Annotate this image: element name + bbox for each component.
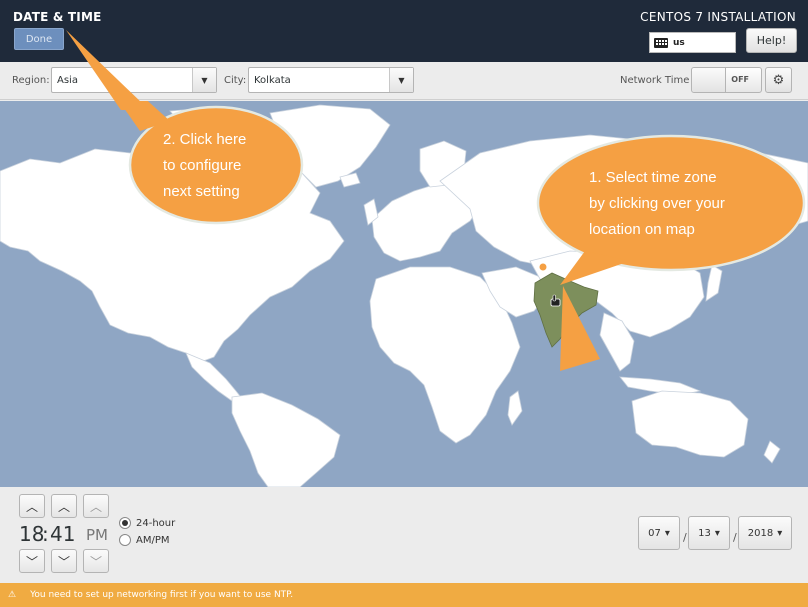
madagascar-land [507, 390, 523, 426]
day-value: 13 [698, 527, 711, 539]
chevron-up-icon: ︿ [89, 499, 102, 514]
japan-land [705, 264, 723, 302]
callout-pointer-overlay [66, 30, 150, 110]
date-separator: / [733, 531, 737, 544]
format-24-hour-radio[interactable]: 24-hour [119, 517, 175, 529]
callout-1-line: by clicking over your [589, 195, 725, 212]
month-value: 07 [648, 527, 661, 539]
australia-land [631, 390, 749, 458]
callout-1-text: 1. Select time zone by clicking over you… [589, 165, 725, 243]
minutes-value: 41 [50, 522, 76, 546]
city-marker-icon [538, 262, 548, 272]
warning-text: You need to set up networking first if y… [30, 590, 294, 600]
chevron-down-icon: ﹀ [89, 554, 102, 569]
format-24-hour-label: 24-hour [136, 517, 176, 529]
callout-2-line: 2. Click here [163, 131, 247, 148]
format-ampm-radio[interactable]: AM/PM [119, 534, 170, 546]
radio-unchecked-icon[interactable] [119, 534, 131, 546]
radio-checked-icon[interactable] [119, 517, 131, 529]
time-colon: : [42, 522, 49, 546]
warning-bar: ⚠ You need to set up networking first if… [0, 583, 808, 607]
format-ampm-label: AM/PM [136, 534, 170, 546]
hours-up-button[interactable]: ︿ [19, 494, 45, 518]
callout-2-text: 2. Click here to configure next setting [163, 127, 246, 205]
hours-down-button[interactable]: ﹀ [19, 549, 45, 573]
ampm-down-button[interactable]: ﹀ [83, 549, 109, 573]
year-value: 2018 [747, 527, 774, 539]
day-combo[interactable]: 13 ▾ [688, 516, 730, 550]
date-separator: / [683, 531, 687, 544]
central-america-land [185, 352, 245, 402]
south-america-land [231, 392, 341, 487]
year-combo[interactable]: 2018 ▾ [738, 516, 792, 550]
dropdown-arrow-icon: ▾ [714, 527, 720, 539]
dropdown-arrow-icon: ▾ [664, 527, 670, 539]
month-combo[interactable]: 07 ▾ [638, 516, 680, 550]
ampm-value: PM [86, 526, 108, 544]
world-map[interactable] [0, 101, 808, 487]
callout-2-line: to configure [163, 157, 242, 174]
callout-1-line: location on map [589, 221, 695, 238]
new-zealand-land [763, 440, 781, 464]
hours-value: 18 [19, 522, 45, 546]
ampm-up-button[interactable]: ︿ [83, 494, 109, 518]
chevron-down-icon: ﹀ [57, 554, 70, 569]
time-panel: ︿ ︿ ︿ 18 : 41 PM ﹀ ﹀ ﹀ 24-hour AM/PM 07 … [0, 487, 808, 583]
minutes-up-button[interactable]: ︿ [51, 494, 77, 518]
callout-1-line: 1. Select time zone [589, 169, 717, 186]
timezone-map[interactable] [0, 101, 808, 487]
chevron-up-icon: ︿ [57, 499, 70, 514]
callout-2-line: next setting [163, 183, 240, 200]
minutes-down-button[interactable]: ﹀ [51, 549, 77, 573]
chevron-down-icon: ﹀ [25, 554, 38, 569]
warning-icon: ⚠ [8, 590, 17, 600]
dropdown-arrow-icon: ▾ [777, 527, 783, 539]
chevron-up-icon: ︿ [25, 499, 38, 514]
